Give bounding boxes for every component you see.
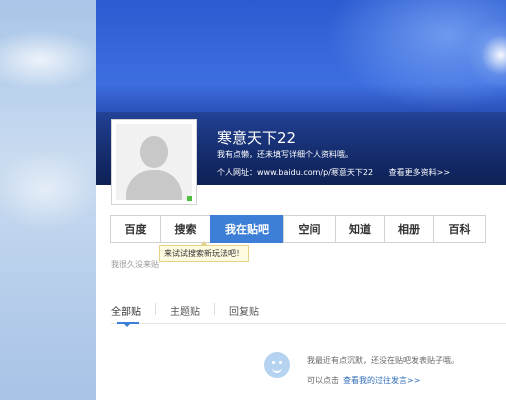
past-posts-link[interactable]: 查看我的过往发言>> (343, 376, 420, 385)
profile-url: 个人网址：www.baidu.com/p/寒意天下22 (217, 168, 374, 177)
tab-zhidao[interactable]: 知道 (335, 215, 385, 243)
tab-baike[interactable]: 百科 (433, 215, 486, 243)
divider (214, 303, 215, 315)
subtab-threads[interactable]: 主题贴 (170, 303, 200, 318)
avatar-head (140, 136, 168, 168)
subtab-all-posts[interactable]: 全部贴 (111, 303, 141, 318)
cloud-decoration (0, 30, 96, 90)
tab-baidu[interactable]: 百度 (110, 215, 161, 243)
smiley-eye (272, 361, 275, 364)
search-tooltip[interactable]: 来试试搜索新玩法吧！ (159, 241, 249, 262)
active-tab-indicator (117, 322, 139, 327)
online-status-icon (187, 196, 192, 201)
tab-search[interactable]: 搜索 (160, 215, 211, 243)
divider (111, 323, 506, 324)
default-avatar-icon (116, 124, 192, 200)
tab-tieba[interactable]: 我在贴吧 (210, 215, 284, 243)
smiley-icon (264, 352, 290, 378)
username[interactable]: 寒意天下22 (217, 127, 296, 148)
empty-state-hint-text: 可以点击 (307, 376, 339, 385)
page-background-left (0, 0, 96, 400)
smiley-eye (279, 361, 282, 364)
profile-nav: 百度 搜索 我在贴吧 空间 知道 相册 百科 (110, 215, 486, 243)
divider (155, 303, 156, 315)
avatar-body (126, 170, 182, 200)
tab-space[interactable]: 空间 (283, 215, 336, 243)
profile-url-row: 个人网址：www.baidu.com/p/寒意天下22 查看更多资料>> (217, 167, 450, 178)
more-info-link[interactable]: 查看更多资料>> (389, 168, 450, 177)
status-notice: 我很久没来贴 (111, 260, 159, 269)
post-filter-tabs: 全部贴 主题贴 回复贴 (111, 303, 259, 318)
smiley-mouth (272, 367, 282, 373)
banner-flare (466, 20, 506, 90)
profile-description: 我有点懒，还未填写详细个人资料哦。 (217, 150, 353, 159)
empty-state-message: 我最近有点沉默，还没在贴吧发表贴子哦。 (307, 356, 459, 365)
empty-state-hint: 可以点击 查看我的过往发言>> (307, 375, 420, 386)
subtab-replies[interactable]: 回复贴 (229, 303, 259, 318)
tab-album[interactable]: 相册 (384, 215, 434, 243)
cloud-decoration (0, 150, 96, 230)
avatar[interactable] (111, 119, 197, 205)
profile-main: 寒意天下22 我有点懒，还未填写详细个人资料哦。 个人网址：www.baidu.… (96, 0, 506, 400)
